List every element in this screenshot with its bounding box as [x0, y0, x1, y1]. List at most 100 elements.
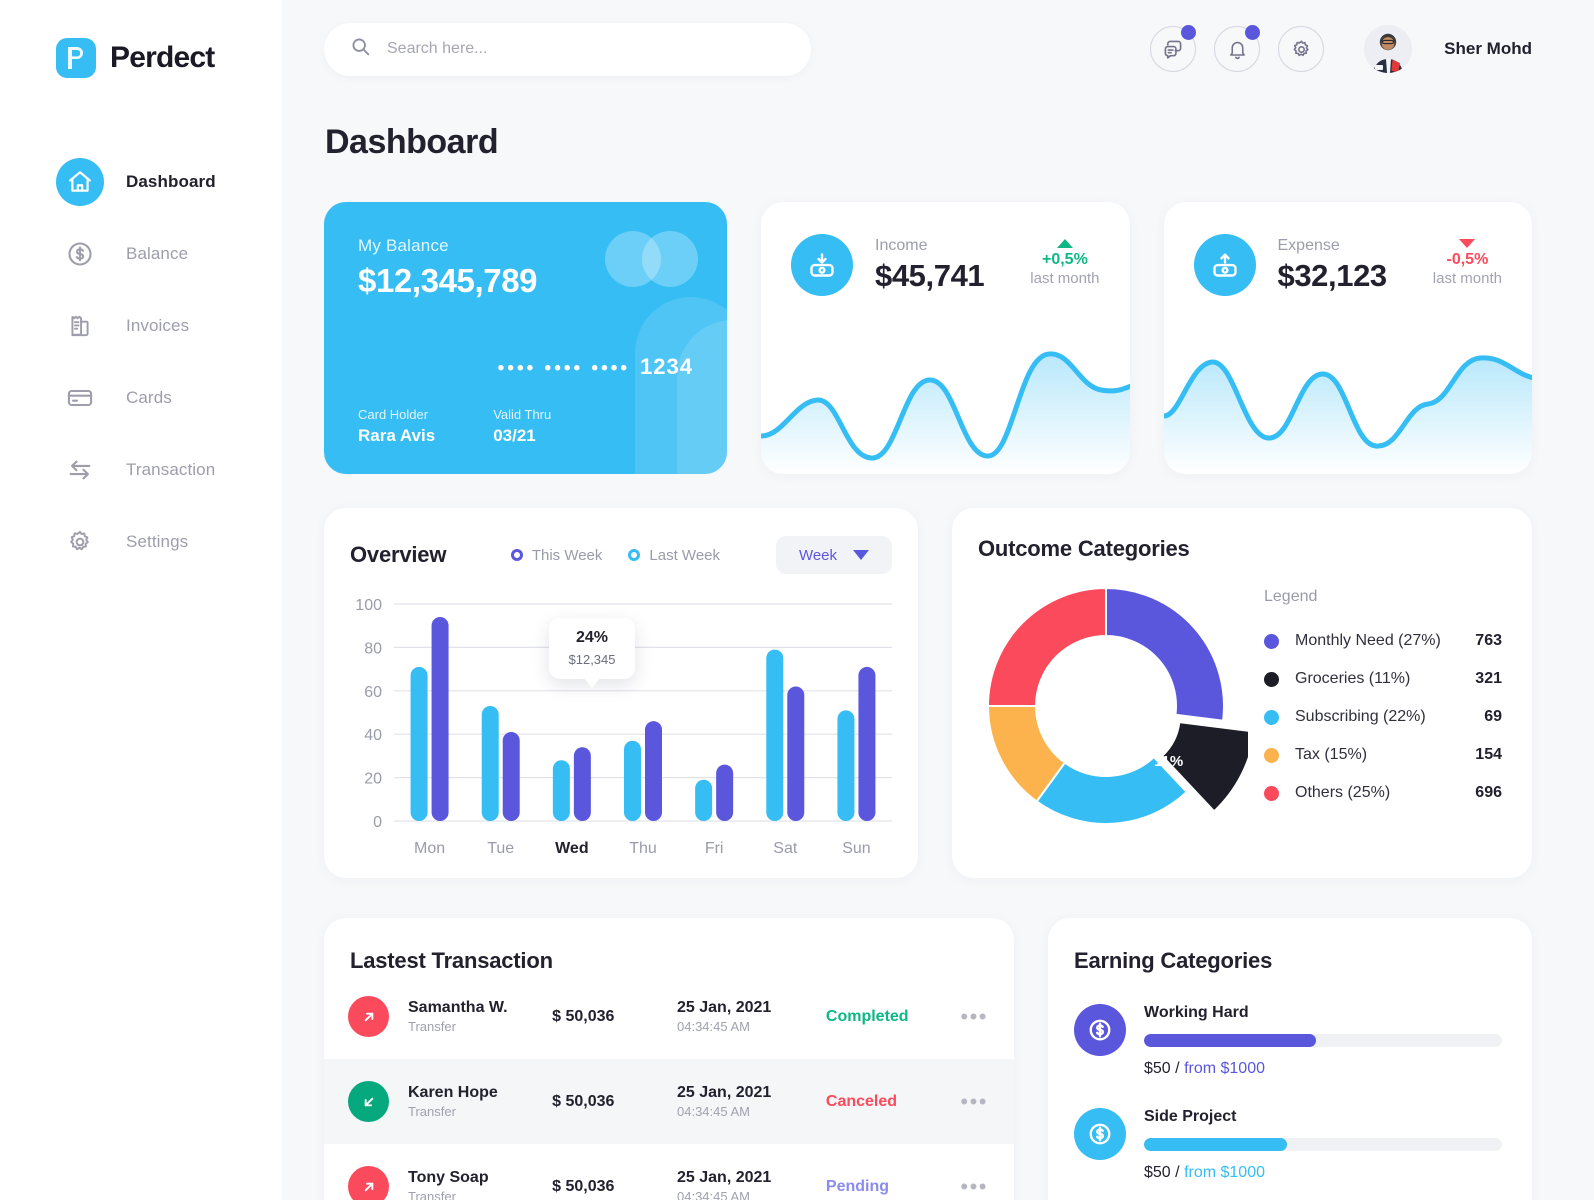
- row-menu-icon[interactable]: •••: [960, 1090, 988, 1112]
- search-icon: [350, 36, 371, 62]
- search-input[interactable]: [387, 40, 785, 58]
- transaction-datetime: 25 Jan, 2021 04:34:45 AM: [677, 1084, 826, 1119]
- search-bar[interactable]: [324, 22, 811, 76]
- status-badge: Pending: [825, 1177, 890, 1195]
- legend-item[interactable]: Groceries (11%) 321: [1264, 660, 1502, 698]
- gear-icon[interactable]: [1278, 26, 1325, 72]
- chat-badge: [1181, 25, 1197, 40]
- p-logo-icon: [56, 38, 96, 78]
- legend-dot-icon: [1264, 785, 1279, 801]
- transaction-name: Tony Soap: [408, 1169, 489, 1186]
- table-row[interactable]: Karen Hope Transfer $ 50,036 25 Jan, 2021 04…: [324, 1059, 1014, 1144]
- transaction-name: Samantha W.: [408, 999, 508, 1016]
- outcome-legend: Legend Monthly Need (27%) 763 Groceries (1…: [1248, 570, 1502, 812]
- transaction-amount: $ 50,036: [552, 1092, 615, 1110]
- sidebar-item-transaction[interactable]: Transaction: [0, 434, 282, 506]
- earning-name: Working Hard: [1144, 1004, 1249, 1021]
- arrow-down-left-icon: [348, 1081, 389, 1122]
- svg-text:Tue: Tue: [487, 840, 514, 857]
- income-amount: $45,741: [875, 257, 985, 293]
- user-name: Sher Mohd: [1444, 39, 1532, 58]
- legend-rows: Monthly Need (27%) 763 Groceries (11%) 321 S…: [1264, 622, 1502, 812]
- triangle-up-icon: [1056, 239, 1073, 248]
- sidebar-item-label: Dashboard: [126, 172, 216, 191]
- card-holder-label: Card Holder: [358, 407, 429, 422]
- legend-item-label: Others (25%): [1295, 784, 1391, 801]
- row-menu-icon[interactable]: •••: [960, 1175, 988, 1197]
- chevron-down-icon: [853, 550, 870, 560]
- legend-item[interactable]: Subscribing (22%) 69: [1264, 698, 1502, 736]
- sidebar-item-cards[interactable]: Cards: [0, 362, 282, 434]
- sidebar-item-invoices[interactable]: Invoices: [0, 290, 282, 362]
- row-menu-icon[interactable]: •••: [960, 1005, 988, 1027]
- legend-item[interactable]: Others (25%) 696: [1264, 774, 1502, 812]
- income-label: Income: [875, 236, 928, 254]
- transaction-time: 04:34:45 AM: [677, 1104, 750, 1119]
- legend-item[interactable]: Monthly Need (27%) 763: [1264, 622, 1502, 660]
- donut-chart: 11%: [978, 570, 1256, 847]
- transactions-panel: Lastest Transaction Samantha W. Transfer $…: [324, 918, 1014, 1200]
- home-icon: [56, 158, 104, 206]
- outcome-title: Outcome Categories: [978, 536, 1190, 561]
- range-dropdown[interactable]: Week: [776, 536, 892, 574]
- card-footer: Card Holder Rara Avis Valid Thru 03/21: [358, 407, 551, 446]
- list-item[interactable]: Working Hard $50 / from $1000: [1074, 1004, 1502, 1078]
- card-valid-label: Valid Thru: [493, 407, 552, 422]
- donut-chart-svg: [986, 586, 1256, 825]
- invoice-icon: [56, 302, 104, 350]
- expense-amount: $32,123: [1277, 257, 1388, 293]
- charts-row: Overview This Week Last Week Week 24% $1…: [324, 508, 1532, 878]
- card-number-last4: 1234: [640, 354, 693, 379]
- sidebar-item-balance[interactable]: Balance: [0, 218, 282, 290]
- bottom-row: Lastest Transaction Samantha W. Transfer $…: [324, 918, 1532, 1200]
- svg-text:80: 80: [364, 640, 382, 657]
- transaction-datetime: 25 Jan, 2021 04:34:45 AM: [677, 1169, 826, 1200]
- transaction-type: Transfer: [408, 1104, 456, 1119]
- chart-tooltip: 24% $12,345: [549, 618, 635, 688]
- transaction-type: Transfer: [408, 1189, 456, 1200]
- list-item[interactable]: Side Project $50 / from $1000: [1074, 1108, 1502, 1182]
- earning-progress-text: $50 / from $1000: [1144, 1060, 1502, 1078]
- earning-separator: /: [1175, 1164, 1180, 1181]
- legend-dot-icon: [1264, 709, 1279, 725]
- balance-card[interactable]: My Balance $12,345,789 •••• •••• •••• 123…: [324, 202, 727, 474]
- topbar: Sher Mohd: [324, 0, 1532, 98]
- sidebar-item-settings[interactable]: Settings: [0, 506, 282, 578]
- page-title: Dashboard: [325, 123, 499, 161]
- avatar[interactable]: [1364, 25, 1413, 73]
- status-badge: Canceled: [825, 1092, 898, 1110]
- overview-title: Overview: [350, 542, 447, 567]
- legend-item-value: 696: [1475, 784, 1502, 801]
- card-valid: Valid Thru 03/21: [493, 407, 551, 446]
- card-decoration: [642, 231, 698, 287]
- legend-title: Legend: [1264, 588, 1318, 605]
- transaction-party: Karen Hope Transfer: [408, 1084, 552, 1119]
- status-badge: Completed: [825, 1007, 909, 1025]
- transaction-date: 25 Jan, 2021: [677, 999, 772, 1016]
- table-row[interactable]: Tony Soap Transfer $ 50,036 25 Jan, 2021 04:…: [324, 1144, 1014, 1200]
- main-content: Sher Mohd Dashboard My Balance $12,345,7…: [282, 0, 1594, 1200]
- income-delta-value: +0,5%: [1041, 251, 1088, 268]
- income-delta-sub: last month: [1030, 270, 1100, 287]
- chat-icon[interactable]: [1150, 25, 1197, 72]
- triangle-down-icon: [1459, 239, 1476, 248]
- expense-delta-value: -0,5%: [1446, 251, 1489, 268]
- progress-bar: [1144, 1138, 1502, 1151]
- legend-item-label: Tax (15%): [1295, 746, 1368, 763]
- legend-this-week[interactable]: This Week: [510, 547, 602, 564]
- transfer-icon: [56, 446, 104, 494]
- expense-delta: -0,5% last month: [1433, 239, 1502, 291]
- expense-header: Expense $32,123 -0,5% last month: [1193, 234, 1502, 296]
- bell-icon[interactable]: [1214, 25, 1261, 72]
- overview-header: Overview This Week Last Week Week: [350, 536, 892, 574]
- legend-item[interactable]: Tax (15%) 154: [1264, 736, 1502, 774]
- expense-arrow-up-icon: [1193, 234, 1256, 296]
- earning-progress-text: $50 / from $1000: [1144, 1164, 1502, 1182]
- svg-text:Wed: Wed: [555, 840, 588, 857]
- svg-text:Mon: Mon: [414, 840, 445, 857]
- table-row[interactable]: Samantha W. Transfer $ 50,036 25 Jan, 2021 0…: [324, 974, 1014, 1059]
- sidebar-item-dashboard[interactable]: Dashboard: [0, 146, 282, 218]
- earning-goal: from $1000: [1184, 1060, 1265, 1077]
- earning-title: Earning Categories: [1074, 948, 1273, 973]
- legend-last-week[interactable]: Last Week: [628, 547, 720, 564]
